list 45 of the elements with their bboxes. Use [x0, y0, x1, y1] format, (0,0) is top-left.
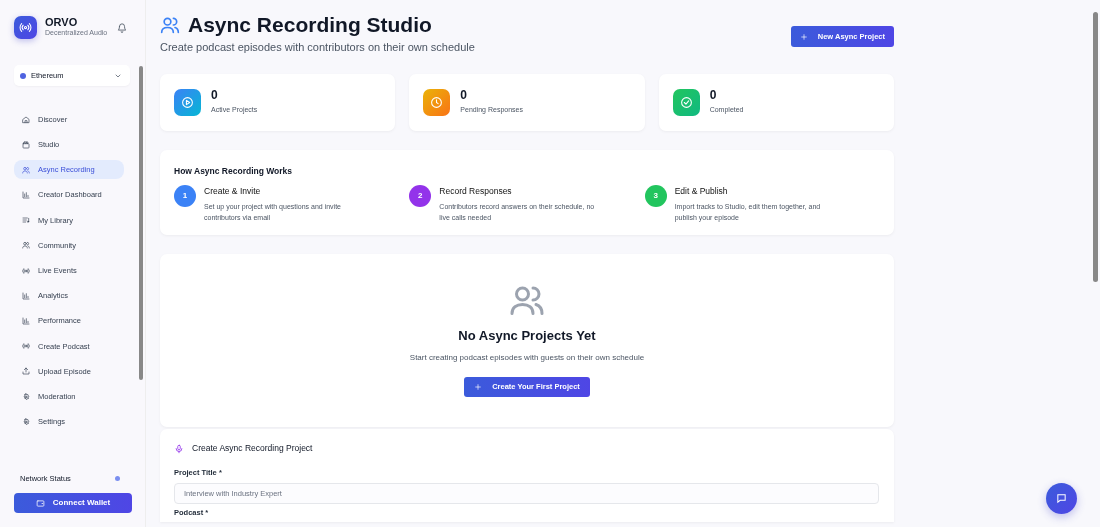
page-subtitle: Create podcast episodes with contributors on their own schedule [160, 40, 475, 55]
people-icon [22, 165, 30, 174]
stat-value: 0 [709, 88, 718, 101]
message-icon [1056, 493, 1067, 504]
step-title: Edit & Publish [674, 185, 729, 198]
step-number: 1 [174, 185, 196, 208]
broadcast-icon [19, 21, 32, 34]
form-title: Create Async Recording Project [192, 442, 313, 456]
clapperboard-icon [22, 140, 30, 149]
chat-button[interactable] [1046, 483, 1077, 514]
broadcast-icon [22, 342, 30, 351]
status-dot [20, 72, 26, 79]
step-title: Record Responses [439, 185, 513, 198]
empty-state-title: No Async Projects Yet [458, 327, 596, 346]
sidebar-scrollbar[interactable] [139, 66, 143, 380]
step-number: 2 [409, 185, 432, 208]
step-number: 3 [644, 185, 667, 208]
wallet-icon [35, 498, 45, 508]
stat-value: 0 [460, 88, 468, 101]
broadcast-icon [22, 266, 30, 275]
bar-chart-icon [22, 291, 30, 300]
section-title: How Async Recording Works [174, 164, 294, 178]
brand-name: ORVO [45, 16, 79, 29]
settings-icon [22, 417, 30, 426]
people-icon [22, 241, 30, 250]
playlist-icon [22, 216, 30, 225]
settings-icon [22, 392, 30, 401]
plus-icon [799, 32, 808, 41]
plus-icon [474, 382, 483, 391]
bar-chart-icon [22, 191, 30, 200]
step-title: Create & Invite [204, 185, 262, 198]
stat-value: 0 [211, 88, 219, 101]
page-title: Async Recording Studio [188, 14, 432, 35]
upload-icon [22, 367, 30, 376]
microphone-icon [174, 443, 184, 454]
page-scrollbar[interactable] [1093, 12, 1098, 282]
bar-chart-icon [22, 317, 30, 325]
check-circle-icon [679, 95, 693, 109]
bell-icon[interactable] [117, 22, 127, 33]
connect-wallet-button[interactable]: Connect Wallet [14, 493, 132, 513]
empty-state-text: Start creating podcast episodes with guests on their own schedule [409, 351, 645, 364]
home-icon [22, 115, 30, 124]
status-dot [115, 475, 120, 481]
play-icon [181, 95, 194, 109]
clock-icon [430, 95, 444, 109]
